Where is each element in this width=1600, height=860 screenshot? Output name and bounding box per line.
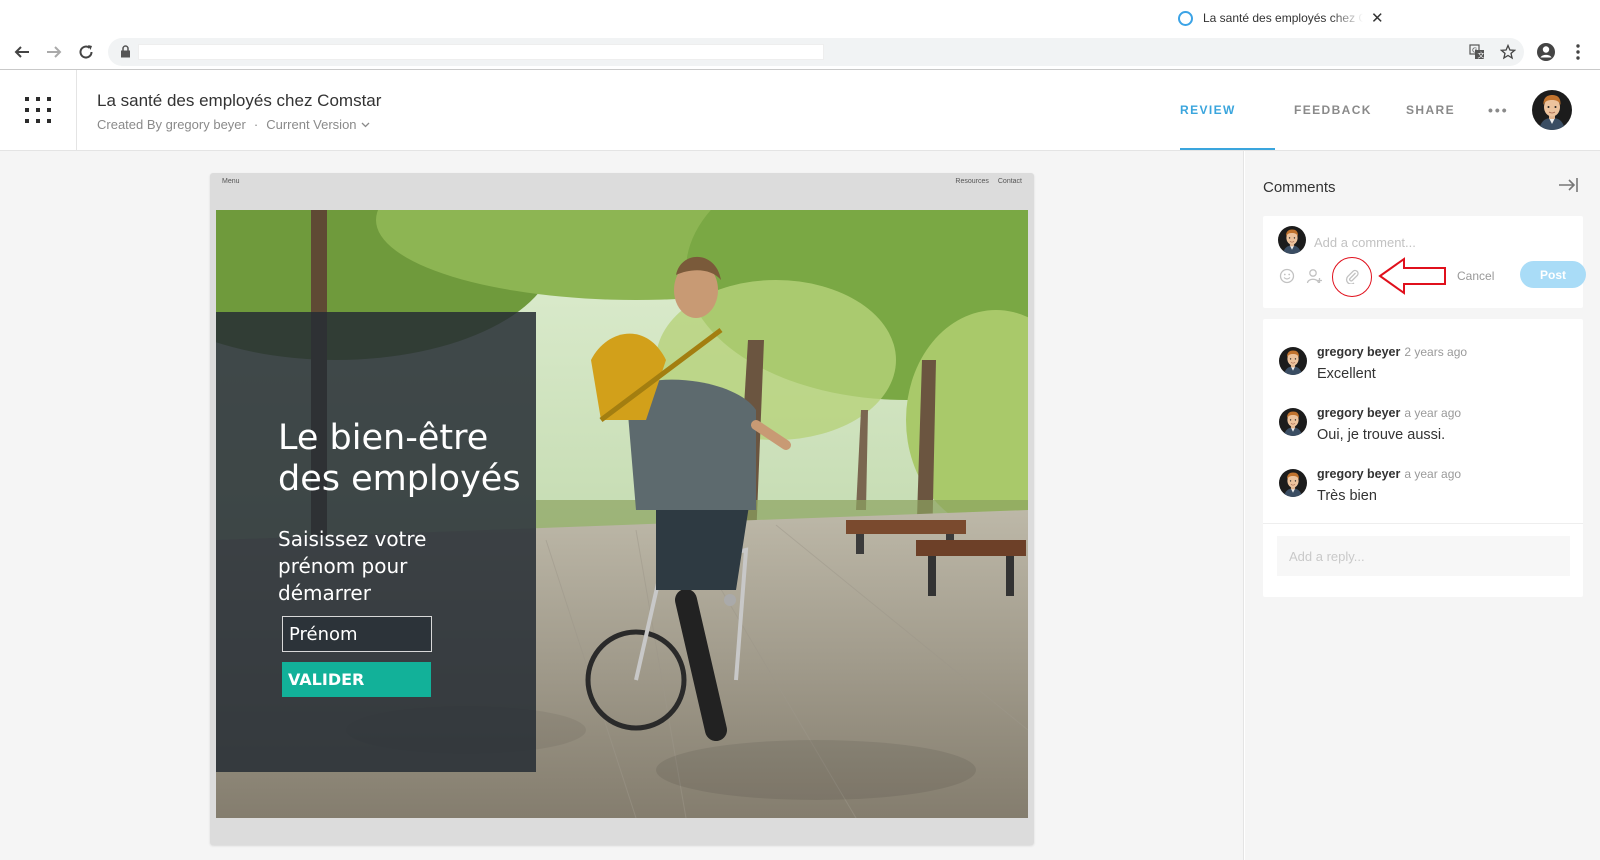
tab-title: La santé des employés chez Comstar (1203, 11, 1363, 25)
comment-thread: gregory beyer 2 years ago Excellent grego… (1263, 319, 1583, 597)
forward-arrow-icon[interactable] (42, 40, 66, 64)
translate-icon[interactable]: G文 (1468, 43, 1486, 61)
tab-review[interactable]: REVIEW (1180, 70, 1236, 150)
comment-time: 2 years ago (1404, 345, 1468, 359)
lock-icon (120, 45, 131, 63)
post-button[interactable]: Post (1520, 261, 1586, 288)
comment-avatar (1279, 469, 1307, 497)
comment-avatar (1279, 347, 1307, 375)
comment-author: gregory beyer (1317, 406, 1401, 420)
created-by: Created By gregory beyer (97, 117, 246, 132)
browser-tab[interactable]: La santé des employés chez Comstar ✕ (1178, 8, 1404, 28)
collapse-panel-icon[interactable] (1557, 175, 1579, 195)
comment-compose-box: Cancel Post (1263, 216, 1586, 308)
app-header: La santé des employés chez Comstar Creat… (0, 70, 1600, 151)
tab-review-underline (1180, 148, 1275, 150)
hero-overlay-panel: Le bien-être des employés Saisissez votre… (216, 312, 536, 772)
comment-meta: gregory beyer a year ago (1317, 406, 1461, 420)
emoji-icon[interactable] (1277, 266, 1297, 286)
prototype-nav-contact[interactable]: Contact (998, 178, 1022, 185)
add-reply-input[interactable] (1277, 536, 1570, 576)
more-options-icon[interactable]: ••• (1488, 70, 1509, 150)
comment-author: gregory beyer (1317, 467, 1401, 481)
first-name-input[interactable]: Prénom (282, 616, 432, 652)
annotation-arrow-icon (1378, 257, 1446, 295)
url-text-redacted (138, 44, 824, 60)
comments-title: Comments (1263, 179, 1336, 196)
comment-item: gregory beyer 2 years ago Excellent (1263, 341, 1583, 395)
tab-share[interactable]: SHARE (1406, 70, 1455, 150)
comment-meta: gregory beyer 2 years ago (1317, 345, 1467, 359)
account-icon[interactable] (1534, 40, 1558, 64)
tab-close-icon[interactable]: ✕ (1371, 11, 1384, 26)
comment-time: a year ago (1404, 467, 1462, 481)
comment-item: gregory beyer a year ago Très bien (1263, 463, 1583, 517)
star-icon[interactable] (1499, 43, 1517, 61)
cancel-button[interactable]: Cancel (1457, 269, 1494, 283)
back-arrow-icon[interactable] (10, 40, 34, 64)
version-label: Current Version (266, 117, 357, 132)
kebab-menu-icon[interactable] (1566, 40, 1590, 64)
address-bar[interactable]: G文 (108, 38, 1524, 66)
user-avatar[interactable] (1532, 90, 1572, 130)
loading-spinner-icon (1178, 10, 1193, 26)
hero-subtitle: Saisissez votre prénom pour démarrer (278, 527, 427, 605)
mention-user-icon[interactable] (1305, 266, 1325, 286)
hero-title: Le bien-être des employés (278, 418, 521, 499)
project-meta: Created By gregory beyer · Current Versi… (97, 117, 370, 132)
comment-time: a year ago (1404, 406, 1462, 420)
comment-item: gregory beyer a year ago Oui, je trouve a… (1263, 402, 1583, 456)
tab-feedback[interactable]: FEEDBACK (1294, 70, 1372, 150)
add-comment-input[interactable] (1314, 233, 1564, 251)
version-dropdown[interactable]: Current Version (266, 117, 369, 132)
comment-avatar (1279, 408, 1307, 436)
prototype-frame[interactable]: Menu Resources Contact Le bien-être des … (210, 173, 1034, 845)
browser-tabstrip: La santé des employés chez Comstar ✕ (0, 0, 1600, 34)
browser-toolbar: G文 (0, 34, 1600, 70)
thread-divider (1263, 523, 1583, 524)
app-grid-icon[interactable] (0, 70, 77, 150)
comment-text: Oui, je trouve aussi. (1317, 427, 1446, 443)
comment-meta: gregory beyer a year ago (1317, 467, 1461, 481)
annotation-circle (1332, 257, 1372, 297)
project-title: La santé des employés chez Comstar (97, 91, 382, 110)
comments-panel: Comments Cancel Post gregory beyer2 year… (1245, 151, 1600, 860)
comment-text: Très bien (1317, 488, 1377, 504)
validate-button[interactable]: VALIDER (282, 662, 431, 697)
comment-author: gregory beyer (1317, 345, 1401, 359)
chevron-down-icon (361, 122, 369, 127)
prototype-nav-resources[interactable]: Resources (955, 178, 988, 185)
meta-separator: · (253, 117, 259, 132)
prototype-nav: Menu Resources Contact (210, 173, 1034, 189)
reload-icon[interactable] (74, 40, 98, 64)
review-canvas: Menu Resources Contact Le bien-être des … (0, 151, 1244, 860)
svg-text:文: 文 (1478, 51, 1485, 60)
hero-image: Le bien-être des employés Saisissez votre… (216, 210, 1028, 818)
prototype-nav-menu[interactable]: Menu (222, 178, 240, 185)
composer-avatar (1278, 226, 1306, 254)
comment-text: Excellent (1317, 366, 1376, 382)
